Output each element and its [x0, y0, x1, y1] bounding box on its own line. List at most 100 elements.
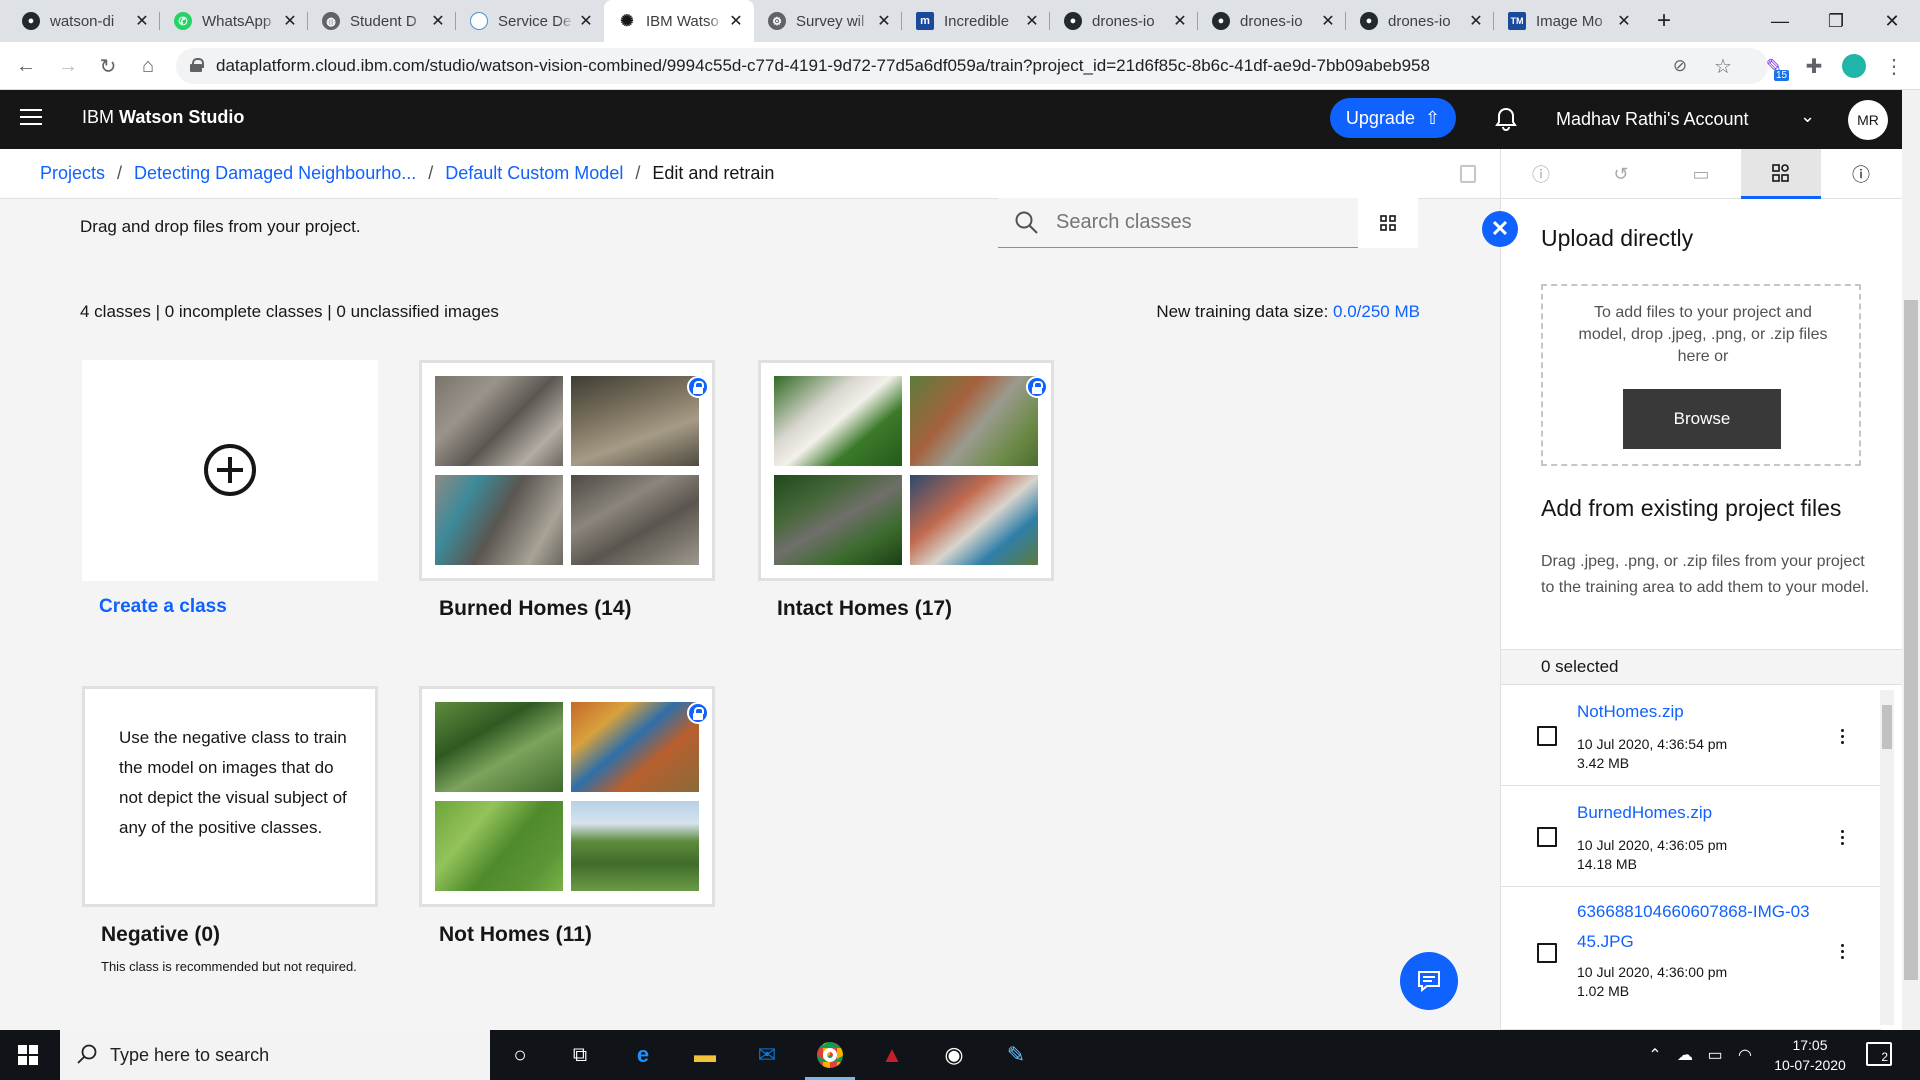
puzzle-icon[interactable]: ✚ [1796, 48, 1832, 84]
close-tab-icon[interactable]: ✕ [134, 11, 150, 31]
create-class-card[interactable] [82, 360, 378, 581]
extension-icon[interactable]: ✎ 15 [1756, 48, 1792, 84]
create-class-link[interactable]: Create a class [99, 596, 227, 618]
wifi-icon[interactable]: ◠ [1730, 1040, 1760, 1070]
forward-icon[interactable]: → [50, 48, 86, 84]
avatar[interactable]: MR [1848, 100, 1888, 140]
notification-bell-icon[interactable] [1492, 105, 1520, 133]
predator-icon[interactable]: ▲ [877, 1040, 907, 1070]
file-explorer-icon[interactable]: ▬ [690, 1040, 720, 1070]
grid-view-icon[interactable] [1358, 198, 1418, 248]
browser-tab[interactable]: ● watson-di ✕ [8, 0, 160, 42]
media-player-icon[interactable]: ◉ [939, 1040, 969, 1070]
browser-tab[interactable]: ● drones-io ✕ [1050, 0, 1198, 42]
chat-button[interactable] [1400, 952, 1458, 1010]
task-view-icon[interactable]: ⧉ [565, 1040, 595, 1070]
restore-icon[interactable]: ❐ [1808, 0, 1864, 42]
file-checkbox[interactable] [1537, 943, 1557, 963]
history-icon[interactable]: ↺ [1581, 149, 1661, 199]
close-tab-icon[interactable]: ✕ [1172, 11, 1188, 31]
profile-icon[interactable] [1836, 48, 1872, 84]
hamburger-menu-icon[interactable] [20, 109, 42, 127]
minimize-icon[interactable]: — [1752, 0, 1808, 42]
back-icon[interactable]: ← [8, 48, 44, 84]
browser-tab[interactable]: ● drones-io ✕ [1198, 0, 1346, 42]
paint-icon[interactable]: ✎ [1001, 1040, 1031, 1070]
mail-icon[interactable]: ✉ [752, 1040, 782, 1070]
thumbnail-image [910, 376, 1038, 466]
close-tab-icon[interactable]: ✕ [1320, 11, 1336, 31]
search-icon [1014, 210, 1040, 236]
app-brand[interactable]: IBM Watson Studio [82, 107, 244, 128]
chevron-down-icon[interactable]: ⌄ [1800, 106, 1815, 127]
browser-tab-active[interactable]: ✺ IBM Watso ✕ [604, 0, 754, 42]
windows-start-icon[interactable] [18, 1045, 38, 1065]
cloud-sync-icon[interactable]: ☁ [1670, 1040, 1700, 1070]
browser-tab[interactable]: Service De ✕ [456, 0, 604, 42]
taskbar-clock[interactable]: 17:05 10-07-2020 [1770, 1035, 1850, 1075]
site-settings-icon[interactable]: ⊘ [1662, 48, 1698, 84]
file-row[interactable]: 636688104660607868-IMG-0345.JPG 10 Jul 2… [1501, 887, 1881, 1030]
breadcrumb-model[interactable]: Default Custom Model [445, 163, 623, 184]
negative-class-card[interactable]: Use the negative class to train the mode… [82, 686, 378, 907]
upgrade-button[interactable]: Upgrade ⇧ [1330, 98, 1456, 138]
browse-button[interactable]: Browse [1623, 389, 1781, 449]
cortana-icon[interactable]: ○ [505, 1040, 535, 1070]
close-tab-icon[interactable]: ✕ [876, 11, 892, 31]
comment-icon[interactable]: ▭ [1661, 149, 1741, 199]
close-tab-icon[interactable]: ✕ [1616, 11, 1632, 31]
panel-scrollbar-thumb[interactable] [1882, 705, 1892, 749]
breadcrumb-projects[interactable]: Projects [40, 163, 105, 184]
browser-tab[interactable]: ✆ WhatsApp ✕ [160, 0, 308, 42]
taskbar-search[interactable]: Type here to search [60, 1030, 490, 1080]
account-switcher[interactable]: Madhav Rathi's Account [1556, 109, 1749, 130]
home-icon[interactable]: ⌂ [130, 48, 166, 84]
file-name[interactable]: 636688104660607868-IMG-0345.JPG [1577, 897, 1817, 957]
data-assets-icon[interactable] [1741, 149, 1821, 199]
file-name[interactable]: BurnedHomes.zip [1577, 798, 1817, 828]
save-icon[interactable] [1460, 165, 1476, 183]
close-panel-icon[interactable]: ✕ [1482, 211, 1518, 247]
overflow-menu-icon[interactable] [1841, 830, 1845, 846]
class-card-burned-homes[interactable] [419, 360, 715, 581]
browser-tab[interactable]: ● drones-io ✕ [1346, 0, 1494, 42]
browser-tab[interactable]: ◍ Student D ✕ [308, 0, 456, 42]
close-tab-icon[interactable]: ✕ [430, 11, 446, 31]
file-row[interactable]: NotHomes.zip 10 Jul 2020, 4:36:54 pm 3.4… [1501, 685, 1881, 786]
help-icon[interactable]: ⓘ [1821, 149, 1901, 199]
file-name[interactable]: NotHomes.zip [1577, 697, 1817, 727]
menu-dots-icon[interactable]: ⋮ [1876, 48, 1912, 84]
notification-center-icon[interactable]: 2 [1866, 1042, 1892, 1066]
overflow-menu-icon[interactable] [1841, 944, 1845, 960]
close-tab-icon[interactable]: ✕ [1468, 11, 1484, 31]
close-tab-icon[interactable]: ✕ [578, 11, 594, 31]
info-icon[interactable]: ⓘ [1501, 149, 1581, 199]
file-row[interactable]: BurnedHomes.zip 10 Jul 2020, 4:36:05 pm … [1501, 786, 1881, 887]
class-card-intact-homes[interactable] [758, 360, 1054, 581]
page-scrollbar-thumb[interactable] [1904, 300, 1918, 980]
close-tab-icon[interactable]: ✕ [1024, 11, 1040, 31]
upload-dropzone[interactable]: To add files to your project and model, … [1541, 284, 1861, 466]
url-bar[interactable]: dataplatform.cloud.ibm.com/studio/watson… [176, 48, 1768, 84]
file-checkbox[interactable] [1537, 827, 1557, 847]
browser-tab[interactable]: TM Image Mo ✕ [1494, 0, 1642, 42]
close-tab-icon[interactable]: ✕ [282, 11, 298, 31]
battery-icon[interactable]: ▭ [1700, 1040, 1730, 1070]
lock-icon [687, 702, 709, 724]
reload-icon[interactable]: ↻ [90, 48, 126, 84]
close-window-icon[interactable]: ✕ [1864, 0, 1920, 42]
close-tab-icon[interactable]: ✕ [728, 11, 744, 31]
search-input[interactable] [1056, 198, 1346, 246]
file-checkbox[interactable] [1537, 726, 1557, 746]
edge-icon[interactable]: e [628, 1040, 658, 1070]
overflow-menu-icon[interactable] [1841, 729, 1845, 745]
browser-tab[interactable]: m Incredible ✕ [902, 0, 1050, 42]
class-card-not-homes[interactable] [419, 686, 715, 907]
hidden-icons-chevron-icon[interactable]: ⌃ [1640, 1040, 1670, 1070]
chrome-icon[interactable] [805, 1040, 855, 1080]
windows-taskbar: Type here to search ○ ⧉ e ▬ ✉ ▲ ◉ ✎ ⌃ ☁ … [0, 1030, 1920, 1080]
bookmark-star-icon[interactable]: ☆ [1705, 48, 1741, 84]
browser-tab[interactable]: ⚙ Survey wil ✕ [754, 0, 902, 42]
breadcrumb-project[interactable]: Detecting Damaged Neighbourho... [134, 163, 416, 184]
new-tab-icon[interactable]: + [1644, 0, 1684, 42]
